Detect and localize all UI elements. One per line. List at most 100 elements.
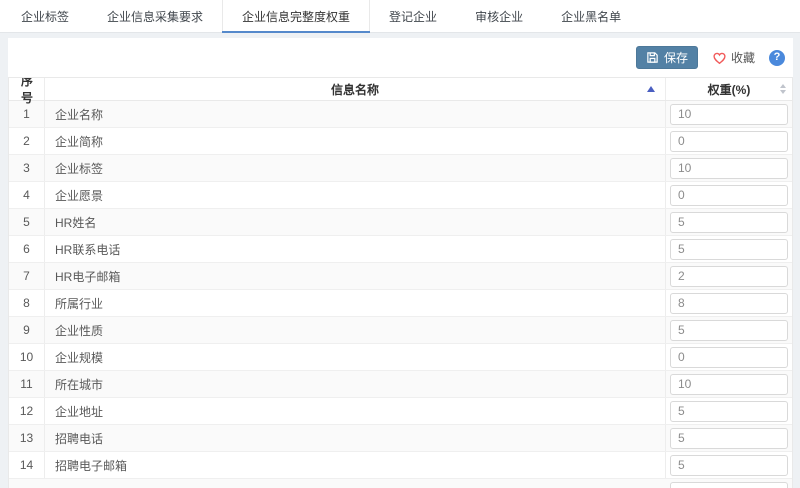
column-header-index: 序号 — [9, 78, 45, 100]
table-header-row: 序号 信息名称 权重(%) — [9, 78, 792, 101]
weight-input[interactable] — [670, 482, 788, 488]
row-name-cell: 招聘电子邮箱 — [45, 452, 666, 478]
weight-input[interactable] — [670, 131, 788, 152]
weight-input[interactable] — [670, 320, 788, 341]
row-index: 12 — [9, 398, 45, 424]
row-name-cell: HR电子邮箱 — [45, 263, 666, 289]
table-row: 14 招聘电子邮箱 — [9, 452, 792, 479]
tab-item[interactable]: 企业标签 — [2, 0, 88, 32]
table-row: 13 招聘电话 — [9, 425, 792, 452]
row-index: 4 — [9, 182, 45, 208]
table-body: 1 企业名称 2 企业简称 — [9, 101, 792, 479]
row-name-cell: 企业愿景 — [45, 182, 666, 208]
favorite-button[interactable]: 收藏 — [712, 49, 755, 66]
row-weight-cell — [666, 317, 792, 343]
row-name-label: HR电子邮箱 — [55, 268, 120, 285]
row-index: 8 — [9, 290, 45, 316]
row-weight-cell — [666, 182, 792, 208]
row-name-label: 所在城市 — [55, 376, 103, 393]
row-weight-cell — [666, 398, 792, 424]
tab-item[interactable]: 企业黑名单 — [542, 0, 640, 32]
weight-input[interactable] — [670, 455, 788, 476]
save-button-label: 保存 — [664, 49, 688, 66]
weight-input[interactable] — [670, 428, 788, 449]
row-name-cell: 招聘电话 — [45, 425, 666, 451]
tab-item[interactable]: 审核企业 — [456, 0, 542, 32]
row-index: 5 — [9, 209, 45, 235]
weight-input[interactable] — [670, 158, 788, 179]
table-row: 3 企业标签 — [9, 155, 792, 182]
weight-input[interactable] — [670, 401, 788, 422]
weight-input[interactable] — [670, 266, 788, 287]
row-index: 6 — [9, 236, 45, 262]
table-row: 7 HR电子邮箱 — [9, 263, 792, 290]
row-weight-cell — [666, 425, 792, 451]
row-index: 9 — [9, 317, 45, 343]
table-row: 1 企业名称 — [9, 101, 792, 128]
table-row: 2 企业简称 — [9, 128, 792, 155]
tab-item[interactable]: 登记企业 — [370, 0, 456, 32]
row-index: 3 — [9, 155, 45, 181]
row-weight-cell — [666, 479, 792, 488]
row-name-cell: 企业名称 — [45, 101, 666, 127]
weight-input[interactable] — [670, 347, 788, 368]
row-name-label: HR联系电话 — [55, 241, 120, 258]
row-index: 13 — [9, 425, 45, 451]
table-row: 4 企业愿景 — [9, 182, 792, 209]
column-header-name[interactable]: 信息名称 — [45, 78, 666, 100]
row-weight-cell — [666, 236, 792, 262]
row-weight-cell — [666, 101, 792, 127]
help-icon[interactable]: ? — [769, 50, 785, 66]
table-row: 12 企业地址 — [9, 398, 792, 425]
weight-input[interactable] — [670, 374, 788, 395]
tab-label: 企业信息采集要求 — [107, 8, 203, 25]
tab-label: 审核企业 — [475, 8, 523, 25]
row-weight-cell — [666, 263, 792, 289]
weight-input[interactable] — [670, 239, 788, 260]
toolbar: 保存 收藏 ? — [8, 38, 793, 77]
weight-input[interactable] — [670, 104, 788, 125]
row-weight-cell — [666, 209, 792, 235]
row-name-cell: 企业性质 — [45, 317, 666, 343]
weight-input[interactable] — [670, 293, 788, 314]
save-button[interactable]: 保存 — [636, 46, 698, 69]
tab-label: 企业信息完整度权重 — [242, 8, 350, 25]
table-row: 5 HR姓名 — [9, 209, 792, 236]
table-row: 11 所在城市 — [9, 371, 792, 398]
row-name-label: 企业简称 — [55, 133, 103, 150]
weight-input[interactable] — [670, 212, 788, 233]
row-index: 2 — [9, 128, 45, 154]
row-weight-cell — [666, 344, 792, 370]
row-name-cell: 企业标签 — [45, 155, 666, 181]
table-row: 8 所属行业 — [9, 290, 792, 317]
table-row: 10 企业规模 — [9, 344, 792, 371]
row-name-cell: HR姓名 — [45, 209, 666, 235]
row-weight-cell — [666, 371, 792, 397]
tab-label: 企业标签 — [21, 8, 69, 25]
heart-icon — [712, 51, 727, 65]
row-name-cell: 所在城市 — [45, 371, 666, 397]
favorite-button-label: 收藏 — [731, 49, 755, 66]
row-name-label: 招聘电话 — [55, 430, 103, 447]
row-name-label: HR姓名 — [55, 214, 96, 231]
row-index: 11 — [9, 371, 45, 397]
tab-item[interactable]: 企业信息完整度权重 — [222, 0, 370, 32]
tab-label: 登记企业 — [389, 8, 437, 25]
content-panel: 保存 收藏 ? 序号 信息名称 权重(%) — [8, 38, 793, 488]
row-name-cell: HR联系电话 — [45, 236, 666, 262]
column-header-name-label: 信息名称 — [331, 81, 379, 98]
row-index: 1 — [9, 101, 45, 127]
column-header-weight[interactable]: 权重(%) — [666, 78, 792, 100]
weights-table: 序号 信息名称 权重(%) 1 企业名称 — [8, 77, 793, 488]
row-weight-cell — [666, 128, 792, 154]
tab-bar: 企业标签 企业信息采集要求 企业信息完整度权重 登记企业 审核企业 企业黑名单 — [0, 0, 800, 33]
row-weight-cell — [666, 290, 792, 316]
tab-item[interactable]: 企业信息采集要求 — [88, 0, 222, 32]
row-name-label: 企业名称 — [55, 106, 103, 123]
weight-input[interactable] — [670, 185, 788, 206]
sort-toggle-icon — [780, 84, 786, 94]
row-index: 7 — [9, 263, 45, 289]
row-name-label: 企业愿景 — [55, 187, 103, 204]
row-name-label: 企业性质 — [55, 322, 103, 339]
tab-label: 企业黑名单 — [561, 8, 621, 25]
